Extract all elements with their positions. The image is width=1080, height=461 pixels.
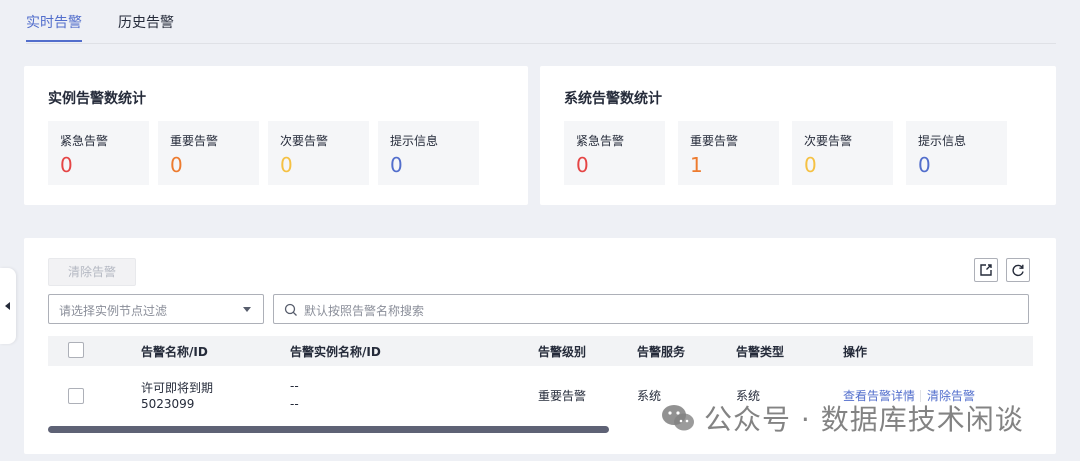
instance-alarm-stats-card: 实例告警数统计 紧急告警 0 重要告警 0 次要告警 0 提示信息 0 xyxy=(24,66,528,205)
search-icon xyxy=(284,303,297,316)
stat-major: 重要告警 1 xyxy=(678,121,779,185)
export-icon xyxy=(980,264,992,276)
clear-alarm-button[interactable]: 清除告警 xyxy=(48,258,136,286)
stat-value: 0 xyxy=(576,153,589,177)
col-actions: 操作 xyxy=(843,345,868,359)
instance-node-filter-select[interactable]: 请选择实例节点过滤 xyxy=(48,294,264,324)
sidebar-collapse-toggle[interactable] xyxy=(0,268,16,344)
watermark-text: 公众号 · 数据库技术闲谈 xyxy=(704,403,1024,436)
stat-value: 0 xyxy=(170,153,183,177)
scrollbar-thumb[interactable] xyxy=(48,426,610,433)
search-placeholder: 默认按照告警名称搜索 xyxy=(304,304,425,318)
watermark: 公众号 · 数据库技术闲谈 xyxy=(660,398,1024,438)
wechat-icon xyxy=(662,405,694,431)
caret-left-icon xyxy=(5,302,10,310)
alarm-search-input[interactable]: 默认按照告警名称搜索 xyxy=(273,294,1029,324)
alarm-name: 许可即将到期 xyxy=(141,381,214,395)
col-alarm-instance: 告警实例名称/ID xyxy=(290,345,381,359)
stat-label: 重要告警 xyxy=(690,134,739,148)
col-alarm-level: 告警级别 xyxy=(538,345,587,359)
stat-value: 0 xyxy=(60,153,73,177)
tab-history-alarm[interactable]: 历史告警 xyxy=(118,12,174,42)
alarm-id: 5023099 xyxy=(141,397,195,411)
stat-minor: 次要告警 0 xyxy=(792,121,893,185)
row-checkbox[interactable] xyxy=(68,388,84,404)
stat-critical: 紧急告警 0 xyxy=(48,121,149,185)
stat-critical: 紧急告警 0 xyxy=(564,121,665,185)
refresh-icon xyxy=(1012,264,1024,277)
refresh-button[interactable] xyxy=(1006,258,1030,282)
stat-label: 次要告警 xyxy=(280,134,329,148)
select-all-checkbox[interactable] xyxy=(68,342,84,358)
instance-id: -- xyxy=(290,397,299,411)
system-stats-title: 系统告警数统计 xyxy=(564,91,662,107)
stat-value: 0 xyxy=(918,153,931,177)
alarm-tabs: 实时告警 历史告警 xyxy=(26,0,1056,44)
stat-info: 提示信息 0 xyxy=(378,121,479,185)
table-header: 告警名称/ID 告警实例名称/ID 告警级别 告警服务 告警类型 操作 xyxy=(48,336,1033,366)
stat-value: 1 xyxy=(690,153,703,177)
stat-label: 紧急告警 xyxy=(576,134,625,148)
stat-label: 次要告警 xyxy=(804,134,853,148)
stat-info: 提示信息 0 xyxy=(906,121,1007,185)
col-alarm-name: 告警名称/ID xyxy=(141,345,208,359)
stat-label: 重要告警 xyxy=(170,134,219,148)
instance-name: -- xyxy=(290,379,299,393)
stat-value: 0 xyxy=(390,153,403,177)
tab-realtime-alarm[interactable]: 实时告警 xyxy=(26,12,82,42)
stat-major: 重要告警 0 xyxy=(158,121,259,185)
stat-label: 提示信息 xyxy=(918,134,967,148)
select-placeholder: 请选择实例节点过滤 xyxy=(59,304,168,318)
stat-value: 0 xyxy=(804,153,817,177)
alarm-service: 系统 xyxy=(637,389,662,403)
col-alarm-type: 告警类型 xyxy=(736,345,785,359)
system-alarm-stats-card: 系统告警数统计 紧急告警 0 重要告警 1 次要告警 0 提示信息 0 xyxy=(540,66,1056,205)
stat-value: 0 xyxy=(280,153,293,177)
col-alarm-service: 告警服务 xyxy=(637,345,686,359)
stat-minor: 次要告警 0 xyxy=(268,121,369,185)
instance-stats-title: 实例告警数统计 xyxy=(48,91,146,107)
alarm-level: 重要告警 xyxy=(538,389,587,403)
stat-label: 紧急告警 xyxy=(60,134,109,148)
export-button[interactable] xyxy=(974,258,998,282)
caret-down-icon xyxy=(243,307,251,312)
stat-label: 提示信息 xyxy=(390,134,439,148)
